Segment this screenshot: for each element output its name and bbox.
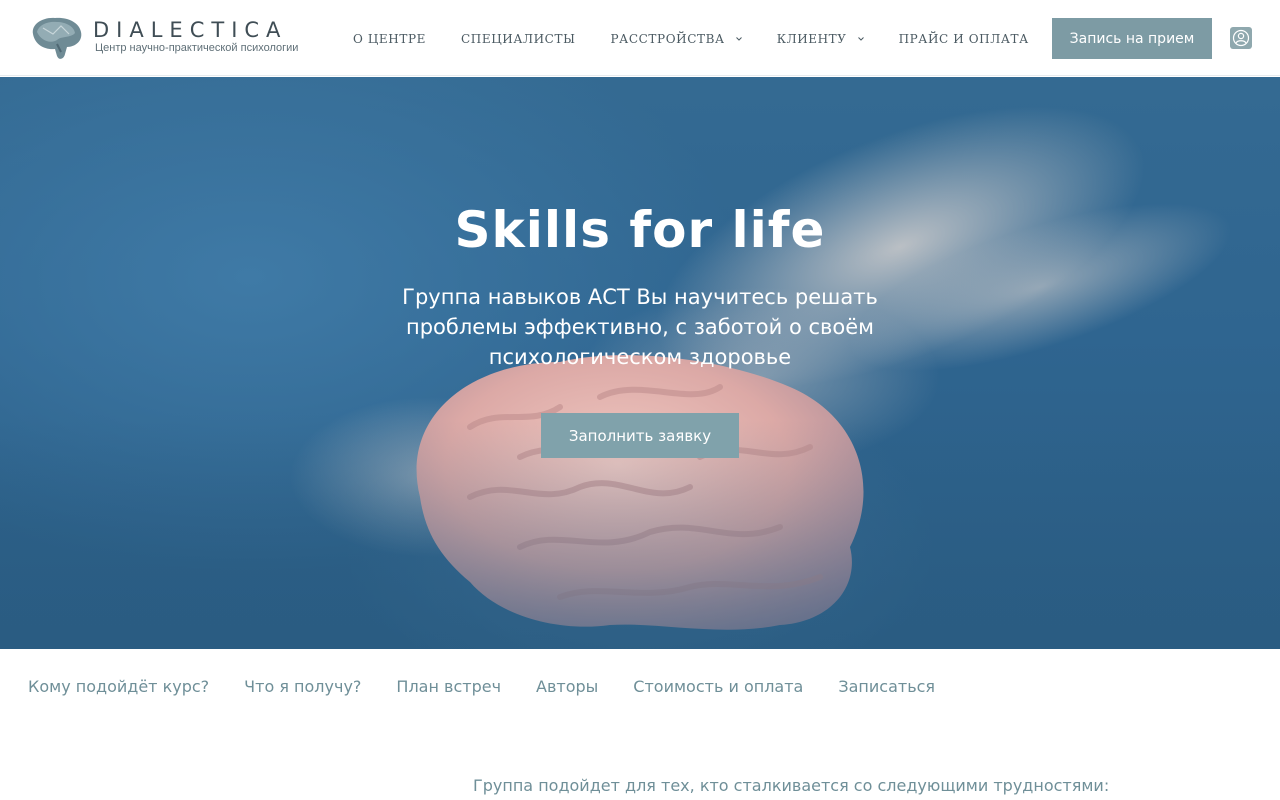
section-link-benefits[interactable]: Что я получу? [244,677,361,699]
nav-item-label: О ЦЕНТРЕ [353,32,426,46]
logo-title: DIALECTICA [93,18,288,42]
nav-item-specialists[interactable]: СПЕЦИАЛИСТЫ [461,30,576,48]
nav-item-client[interactable]: КЛИЕНТУ [777,30,865,48]
section-link-pricing[interactable]: Стоимость и оплата [633,677,803,699]
nav-item-label: СПЕЦИАЛИСТЫ [460,32,576,46]
hero-banner: Skills for life Группа навыков АСТ Вы на… [0,77,1280,649]
section-lead-text: Группа подойдет для тех, кто сталкиваетс… [473,776,1110,795]
nav-item-label: РАССТРОЙСТВА [610,32,725,46]
brain-logo-icon [32,17,82,59]
chevron-down-icon [857,37,864,41]
section-link-schedule[interactable]: План встреч [396,677,501,699]
logo-subtitle: Центр научно-практической психологии [95,42,299,54]
nav-item-about[interactable]: О ЦЕНТРЕ [353,30,426,48]
section-link-signup[interactable]: Записаться [838,677,935,699]
hero-subtitle: Группа навыков АСТ Вы научитесь решать п… [402,285,878,369]
nav-item-disorders[interactable]: РАССТРОЙСТВА [610,30,742,48]
site-header: DIALECTICA Центр научно-практической пси… [0,0,1280,76]
chevron-down-icon [735,37,742,41]
appointment-button[interactable]: Запись на прием [1052,18,1212,59]
user-circle-icon [1232,29,1250,47]
nav-item-pricing[interactable]: ПРАЙС И ОПЛАТА [899,30,1029,48]
nav-item-label: ПРАЙС И ОПЛАТА [898,32,1029,46]
main-nav: О ЦЕНТРЕ СПЕЦИАЛИСТЫ РАССТРОЙСТВА КЛИЕНТ… [353,30,1029,48]
section-link-audience[interactable]: Кому подойдёт курс? [28,677,209,699]
nav-item-label: КЛИЕНТУ [776,32,847,46]
section-link-authors[interactable]: Авторы [536,677,598,699]
logo[interactable]: DIALECTICA Центр научно-практической пси… [27,14,298,62]
hero-title: Skills for life [454,201,826,259]
apply-button[interactable]: Заполнить заявку [541,413,739,458]
account-button[interactable] [1230,27,1252,49]
section-nav: Кому подойдёт курс? Что я получу? План в… [28,677,935,699]
